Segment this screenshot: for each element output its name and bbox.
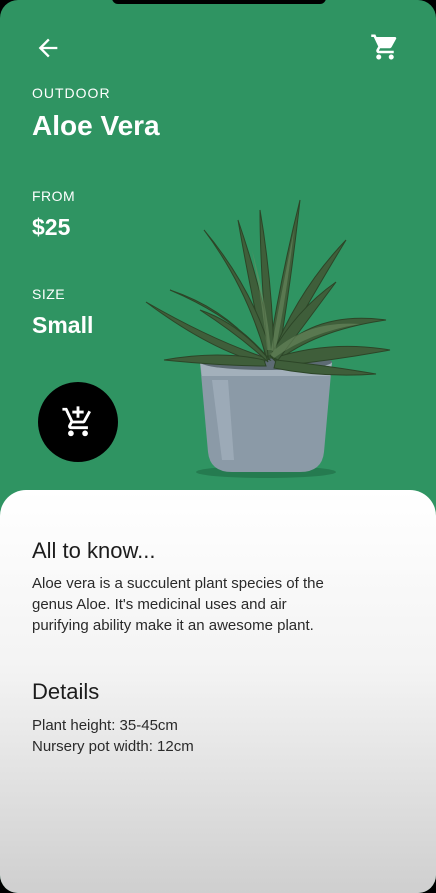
info-sheet: All to know... Aloe vera is a succulent … (0, 490, 436, 893)
back-button[interactable] (34, 34, 62, 62)
about-line-3: purifying ability make it an awesome pla… (32, 617, 314, 634)
add-to-cart-icon (62, 406, 91, 437)
plant-name: Aloe Vera (32, 110, 160, 141)
price-label: FROM (32, 188, 76, 204)
plant-detail-screen: OUTDOOR Aloe Vera FROM $25 SIZE Small Al… (0, 0, 436, 893)
detail-plant-height: Plant height: 35-45cm (32, 717, 178, 734)
aloe-vera-plant-image (145, 199, 391, 478)
size-value: Small (32, 312, 94, 338)
size-label: SIZE (32, 286, 66, 302)
about-title: All to know... (32, 538, 156, 563)
about-line-2: genus Aloe. It's medicinal uses and air (32, 596, 287, 613)
arrow-left-icon (38, 38, 58, 58)
about-line-1: Aloe vera is a succulent plant species o… (32, 575, 324, 592)
cart-button[interactable] (370, 32, 400, 62)
price-value: $25 (32, 214, 71, 240)
add-to-cart-button[interactable] (38, 382, 118, 462)
shopping-cart-icon (371, 34, 397, 60)
details-title: Details (32, 679, 100, 704)
detail-pot-width: Nursery pot width: 12cm (32, 738, 194, 755)
plant-category: OUTDOOR (32, 85, 111, 101)
top-bar (0, 0, 436, 90)
